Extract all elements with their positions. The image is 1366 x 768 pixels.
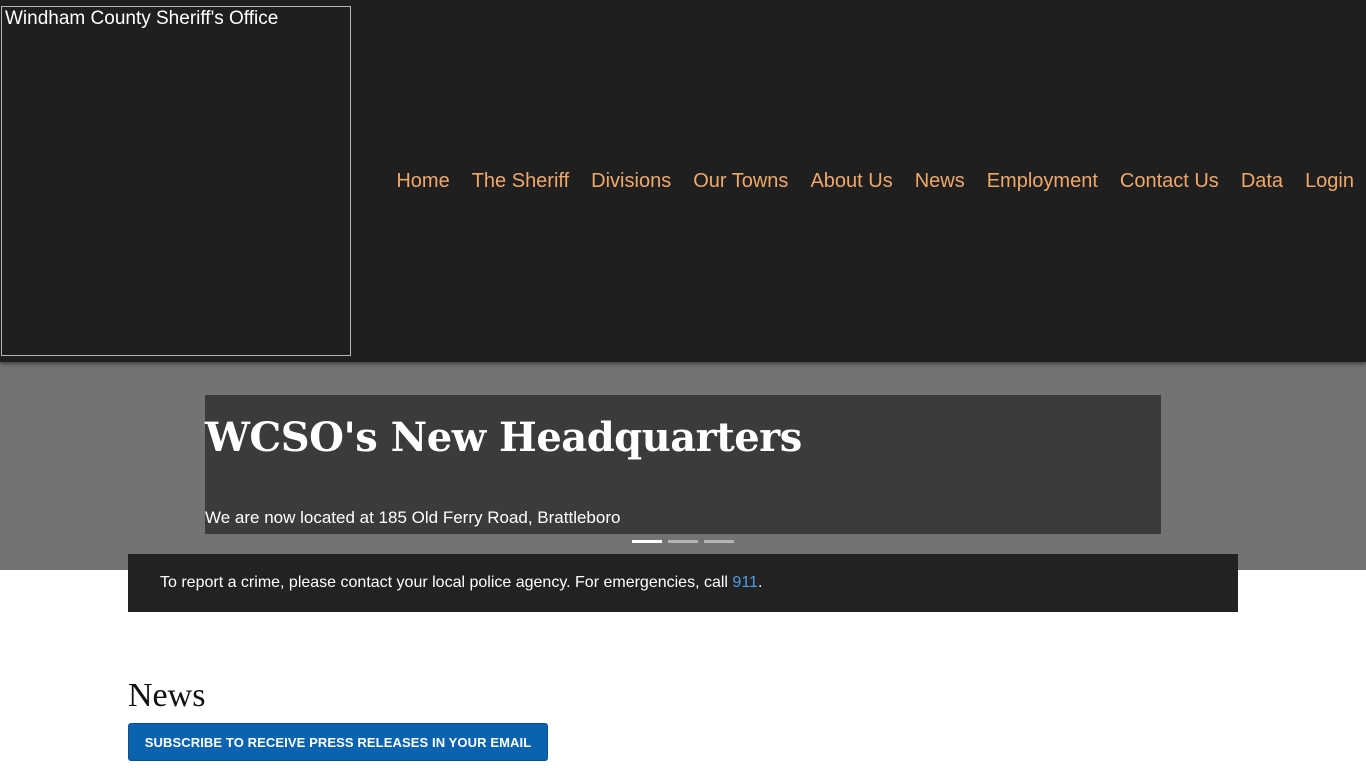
notice-text-after: . (757, 574, 763, 591)
carousel-slide[interactable]: WCSO's New Headquarters We are now locat… (205, 395, 1161, 534)
nav-our-towns[interactable]: Our Towns (693, 169, 788, 193)
nav-data[interactable]: Data (1241, 169, 1283, 193)
nav-login[interactable]: Login (1305, 169, 1354, 193)
nav-about-us[interactable]: About Us (810, 169, 892, 193)
logo-alt-text: Windham County Sheriff's Office (2, 9, 278, 29)
emergency-notice-text: To report a crime, please contact your l… (160, 574, 762, 592)
nav-news[interactable]: News (915, 169, 965, 193)
subscribe-press-releases-button[interactable]: SUBSCRIBE TO RECEIVE PRESS RELEASES IN Y… (128, 723, 548, 761)
site-logo[interactable]: Windham County Sheriff's Office (1, 6, 351, 356)
carousel-indicator-1[interactable] (632, 540, 662, 543)
logo-alt-label: Windham County Sheriff's Office (5, 8, 279, 29)
main-nav: Home The Sheriff Divisions Our Towns Abo… (374, 169, 1354, 193)
emergency-notice: To report a crime, please contact your l… (128, 554, 1238, 612)
nav-divisions[interactable]: Divisions (591, 169, 671, 193)
carousel-indicators (632, 540, 740, 543)
hero-carousel: WCSO's New Headquarters We are now locat… (0, 362, 1366, 570)
news-heading: News (128, 677, 206, 714)
broken-image-icon (2, 11, 4, 27)
slide-caption: We are now located at 185 Old Ferry Road… (205, 508, 621, 527)
carousel-indicator-2[interactable] (668, 540, 698, 543)
site-header: Windham County Sheriff's Office Home The… (0, 0, 1366, 362)
nav-the-sheriff[interactable]: The Sheriff (472, 169, 569, 193)
nav-home[interactable]: Home (396, 169, 449, 193)
notice-text-before: To report a crime, please contact your l… (160, 574, 733, 591)
nav-employment[interactable]: Employment (987, 169, 1098, 193)
nav-contact-us[interactable]: Contact Us (1120, 169, 1219, 193)
slide-title: WCSO's New Headquarters (205, 414, 802, 461)
carousel-indicator-3[interactable] (704, 540, 734, 543)
emergency-911-link[interactable]: 911 (732, 574, 758, 591)
